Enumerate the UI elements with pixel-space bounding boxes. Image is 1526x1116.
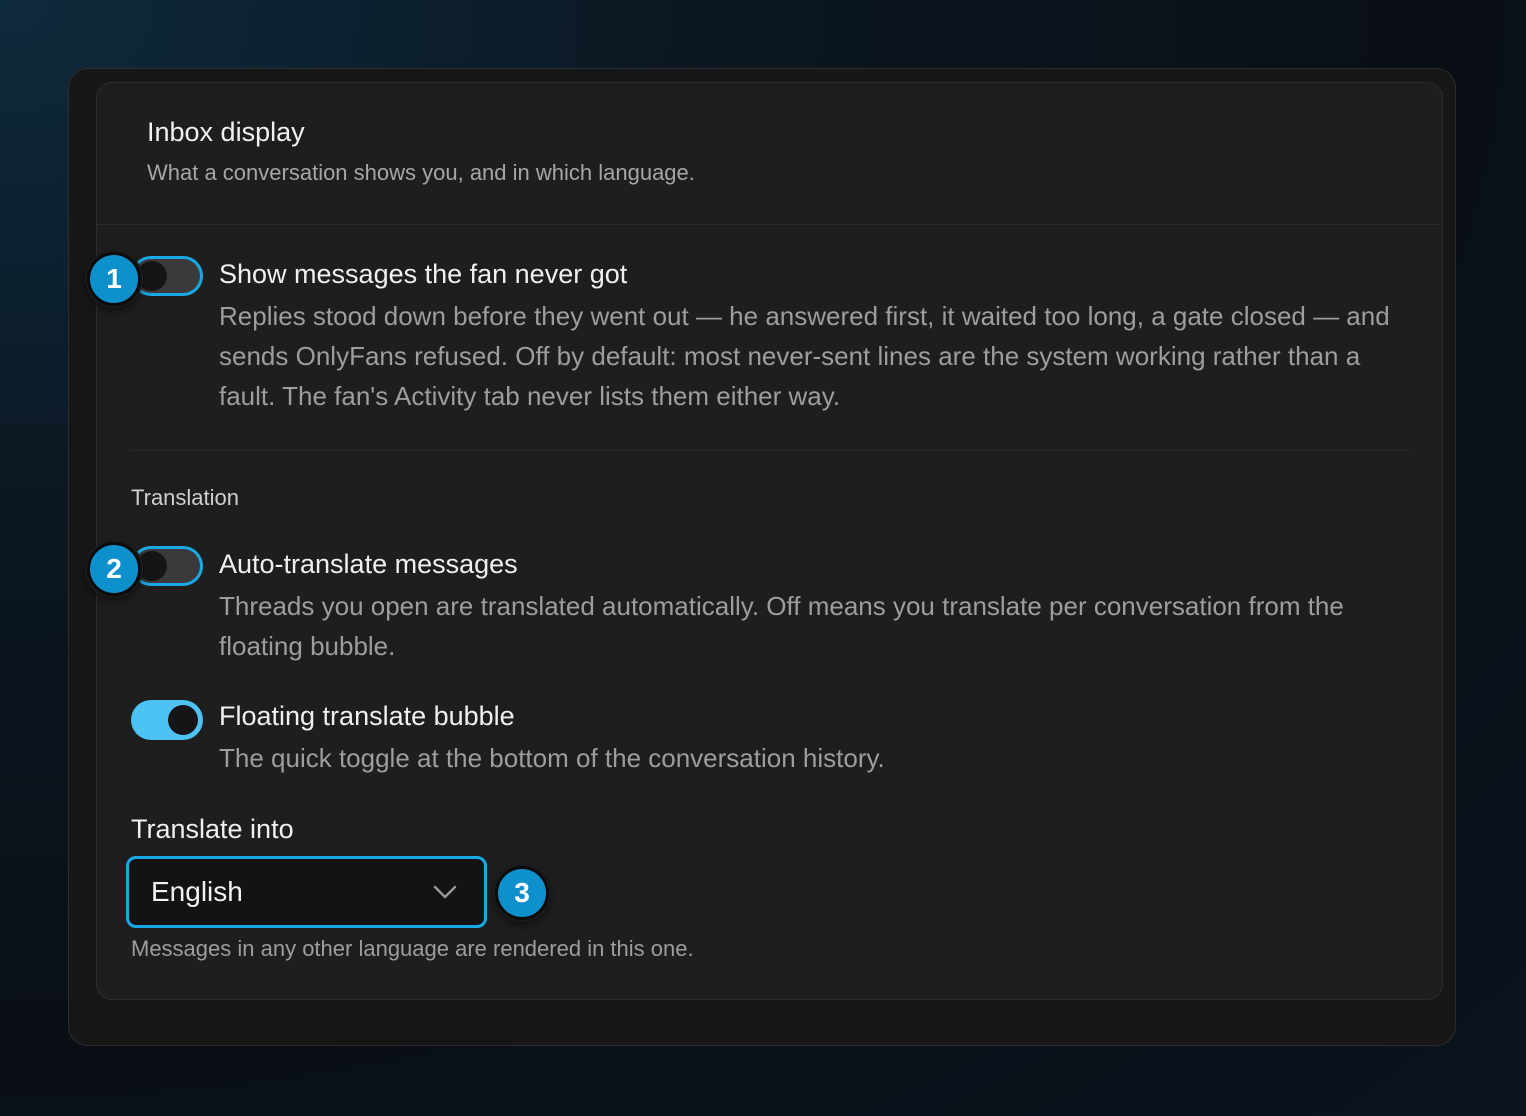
language-select[interactable]: English: [126, 856, 487, 928]
translation-section-label: Translation: [131, 485, 240, 510]
card-subtitle: What a conversation shows you, and in wh…: [147, 160, 695, 185]
floating-bubble-description: The quick toggle at the bottom of the co…: [219, 743, 885, 773]
toggle-knob: [168, 705, 198, 735]
toggle-knob: [137, 551, 167, 581]
card-title: Inbox display: [147, 117, 305, 147]
auto-translate-description: Threads you open are translated automati…: [219, 591, 1344, 661]
auto-translate-title: Auto-translate messages: [219, 549, 518, 579]
auto-translate-toggle[interactable]: [131, 546, 203, 586]
language-select-value: English: [151, 876, 243, 907]
show-never-sent-toggle[interactable]: [131, 256, 203, 296]
annotation-badge-2: 2: [87, 542, 141, 596]
inbox-display-card: Inbox display What a conversation shows …: [96, 82, 1443, 1000]
header-divider: [97, 224, 1442, 225]
show-never-sent-title: Show messages the fan never got: [219, 259, 628, 289]
chevron-down-icon: [433, 885, 457, 899]
translate-into-label: Translate into: [131, 814, 294, 844]
section-divider: [131, 450, 1411, 451]
translate-into-hint: Messages in any other language are rende…: [131, 936, 694, 961]
annotation-badge-1: 1: [87, 252, 141, 306]
floating-bubble-title: Floating translate bubble: [219, 701, 515, 731]
floating-bubble-toggle[interactable]: [131, 700, 203, 740]
show-never-sent-description: Replies stood down before they went out …: [219, 301, 1390, 411]
toggle-knob: [137, 261, 167, 291]
annotation-badge-3: 3: [495, 866, 549, 920]
